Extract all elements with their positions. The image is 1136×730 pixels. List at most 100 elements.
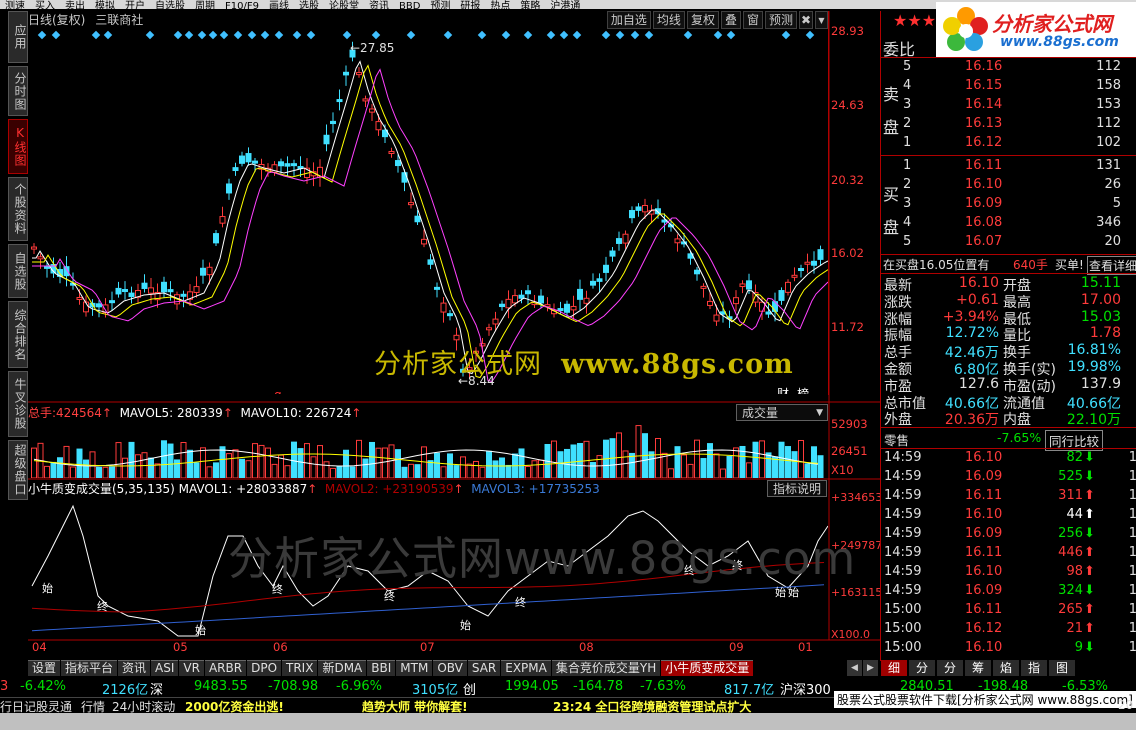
ticker-value: -708.98 xyxy=(268,679,319,694)
order-level: 4 xyxy=(903,215,912,230)
scroll-right-icon[interactable]: ▶ xyxy=(863,660,878,676)
ticker-value: -7.63% xyxy=(640,679,686,694)
left-tab[interactable]: K线图 xyxy=(8,119,28,174)
left-view-tabs: 应用分时图 K线图个股资料自选股综合排名牛叉诊股超级盘口 xyxy=(3,11,28,657)
order-price: 16.09 xyxy=(965,196,1003,211)
tick-time: 15:00 xyxy=(884,640,922,655)
indicator-tab[interactable]: 指标平台 xyxy=(61,660,118,676)
scroll-left-icon[interactable]: ◀ xyxy=(847,660,862,676)
indicator-tab[interactable]: ARBR xyxy=(204,660,247,676)
left-tab[interactable]: 综合排名 xyxy=(8,301,28,368)
order-row[interactable]: 2 16.13 112 xyxy=(881,116,1136,135)
indicator-tab[interactable]: BBI xyxy=(367,660,396,676)
tick-count: 1 xyxy=(1128,450,1136,465)
indicator-tab[interactable]: TRIX xyxy=(282,660,318,676)
indicator-tabs: 设置 指标平台 资讯 ASI VR ARBR DPO TRIX 新DMA BBI MTM OBV SAR… xyxy=(28,660,878,676)
order-row[interactable]: 5 16.07 20 xyxy=(881,234,1136,253)
left-tab[interactable]: 应用 xyxy=(8,11,28,63)
indicator-tab[interactable]: 设置 xyxy=(28,660,61,676)
up-arrow-icon: ↑ xyxy=(307,482,318,496)
order-row[interactable]: 4 16.15 158 xyxy=(881,78,1136,97)
volume-indicator-select[interactable]: 成交量 ▼ xyxy=(736,404,828,421)
order-price: 16.14 xyxy=(965,97,1003,112)
order-row[interactable]: 4 16.08 346 xyxy=(881,215,1136,234)
indicator-tab[interactable]: VR xyxy=(179,660,204,676)
tick-time: 14:59 xyxy=(884,488,922,503)
indicator-tab[interactable]: OBV xyxy=(433,660,467,676)
order-level: 1 xyxy=(903,158,912,173)
order-row[interactable]: 2 16.10 26 xyxy=(881,177,1136,196)
up-arrow-icon: ⬆ xyxy=(1084,602,1095,617)
order-row[interactable]: 3 16.14 153 xyxy=(881,97,1136,116)
order-row[interactable]: 5 16.16 112 xyxy=(881,59,1136,78)
ticker-index-name[interactable]: 深 xyxy=(150,679,163,698)
up-arrow-icon: ⬆ xyxy=(1084,564,1095,579)
tick-count: 1 xyxy=(1128,488,1136,503)
order-row[interactable]: 1 16.11 131 xyxy=(881,158,1136,177)
sector-name[interactable]: 零售 xyxy=(884,430,909,449)
tick-count: 1 xyxy=(1128,640,1136,655)
order-price: 16.08 xyxy=(965,215,1003,230)
tick-row: 14:59 16.10 44 ⬆ 1 xyxy=(881,507,1136,526)
order-row[interactable]: 1 16.12 102 xyxy=(881,135,1136,154)
indicator-tab[interactable]: DPO xyxy=(247,660,282,676)
indicator-tab[interactable]: 小牛质变成交量 xyxy=(661,660,754,676)
ticker-value: -6.96% xyxy=(336,679,382,694)
quote-tab[interactable]: 焰 xyxy=(993,660,1019,676)
quote-tab[interactable]: 指 xyxy=(1021,660,1047,676)
watermark-indicator: 分析家公式网www.88gs.com xyxy=(228,532,857,585)
left-tab[interactable]: 分时图 xyxy=(8,66,28,116)
down-arrow-icon: ⬇ xyxy=(1084,469,1095,484)
date-tick: 04 xyxy=(32,640,47,654)
left-tab[interactable]: 个股资料 xyxy=(8,177,28,241)
quote-tab[interactable]: 细 xyxy=(881,660,907,676)
mavol1-label: MAVOL1: xyxy=(178,482,233,496)
tick-count: 1 xyxy=(1128,526,1136,541)
order-price: 16.11 xyxy=(965,158,1003,173)
ticker-value: -6.42% xyxy=(20,679,66,694)
quote-value: 127.6 xyxy=(958,375,999,392)
indicator-tab[interactable]: SAR xyxy=(467,660,501,676)
indicator-tab[interactable]: 新DMA xyxy=(318,660,367,676)
quote-row: 外盘 20.36万 内盘 22.10万 xyxy=(881,409,1136,428)
tick-price: 16.11 xyxy=(965,602,1003,617)
tick-price: 16.10 xyxy=(965,450,1003,465)
left-tab[interactable]: 超级盘口 xyxy=(8,440,28,500)
buy-label-2: 盘 xyxy=(883,218,900,237)
tick-time: 15:00 xyxy=(884,621,922,636)
tick-count: 1 xyxy=(1128,507,1136,522)
ticker-index-name[interactable]: 创 xyxy=(463,679,476,698)
tick-count: 1 xyxy=(1128,469,1136,484)
mavol2-value: +23190539 xyxy=(382,482,454,496)
indicator-tab[interactable]: 资讯 xyxy=(118,660,151,676)
volume-ma5-value: 280339 xyxy=(177,406,223,420)
order-price: 16.15 xyxy=(965,78,1003,93)
indicator-tab[interactable]: MTM xyxy=(396,660,433,676)
quote-tab[interactable]: 筹 xyxy=(965,660,991,676)
quote-value: 12.72% xyxy=(945,325,999,342)
tick-row: 14:59 16.10 82 ⬇ 1 xyxy=(881,450,1136,469)
menu-item[interactable]: 测速 xyxy=(5,2,25,10)
ticker-value: 817.7亿 xyxy=(724,683,775,698)
price-axis-tick: 16.02 xyxy=(831,246,864,260)
quote-tab[interactable]: 分 xyxy=(937,660,963,676)
left-tab[interactable]: 牛叉诊股 xyxy=(8,371,28,437)
volume-header: 总手:424564↑ MAVOL5: 280339↑ MAVOL10: 2267… xyxy=(28,404,361,420)
volume-axis-tick: 26451 xyxy=(831,444,868,458)
indicator-tab[interactable]: ASI xyxy=(151,660,179,676)
order-row[interactable]: 3 16.09 5 xyxy=(881,196,1136,215)
left-tab[interactable]: 自选股 xyxy=(8,244,28,298)
indicator-tab[interactable]: 集合竞价成交量YH xyxy=(551,660,661,676)
ticker-index-name[interactable]: 沪深300 xyxy=(780,679,831,698)
download-banner[interactable]: 股票公式股票软件下载[分析家公式网 www.88gs.com] xyxy=(834,691,1136,708)
volume-ma10-value: 226724 xyxy=(305,406,352,420)
indicator-help-button[interactable]: 指标说明 xyxy=(767,480,828,497)
indicator-tab[interactable]: EXPMA xyxy=(501,660,551,676)
tick-count: 1 xyxy=(1128,621,1136,636)
divider xyxy=(881,273,1136,274)
quote-tab[interactable]: 分 xyxy=(909,660,935,676)
ticker-value: 1994.05 xyxy=(505,679,559,694)
sector-row: 零售 -7.65% 同行比较 xyxy=(881,430,1136,451)
quote-tab[interactable]: 图 xyxy=(1049,660,1075,676)
order-volume: 5 xyxy=(1112,196,1121,211)
